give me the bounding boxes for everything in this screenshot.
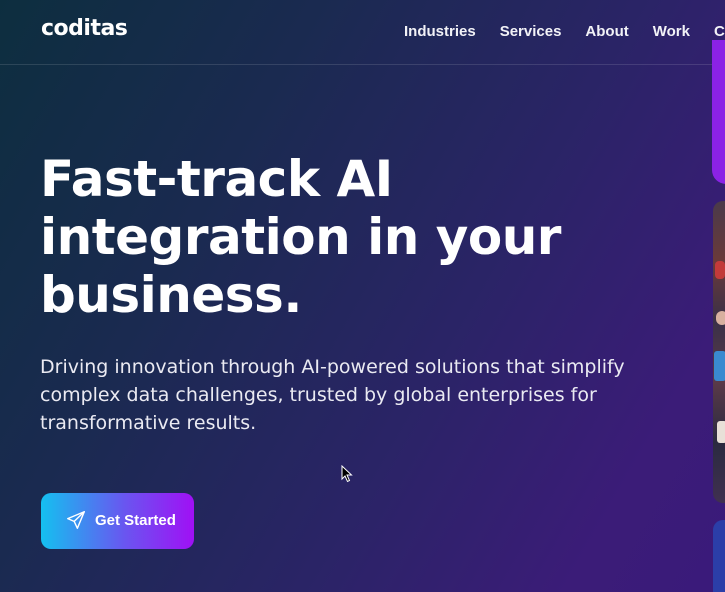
hero-subtitle: Driving innovation through AI-powered so… [40,356,625,434]
main-nav: Industries Services About Work Care [404,23,725,40]
get-started-label: Get Started [95,512,176,529]
hero-title: Fast-track AI integration in your busine… [40,150,561,324]
nav-item-industries[interactable]: Industries [404,23,476,40]
feature-card-top[interactable] [712,40,725,184]
mouse-cursor-icon [341,465,353,483]
site-header: coditas Industries Services About Work C… [0,0,725,65]
nav-item-services[interactable]: Services [500,23,562,40]
feature-card-bottom[interactable] [713,520,725,592]
nav-item-about[interactable]: About [585,23,628,40]
nav-item-work[interactable]: Work [653,23,690,40]
get-started-button[interactable]: Get Started [41,493,194,549]
send-icon [67,511,85,529]
team-photo-card[interactable] [713,201,725,503]
coditas-logo[interactable]: coditas [41,16,128,41]
nav-item-careers[interactable]: Care [714,23,725,40]
